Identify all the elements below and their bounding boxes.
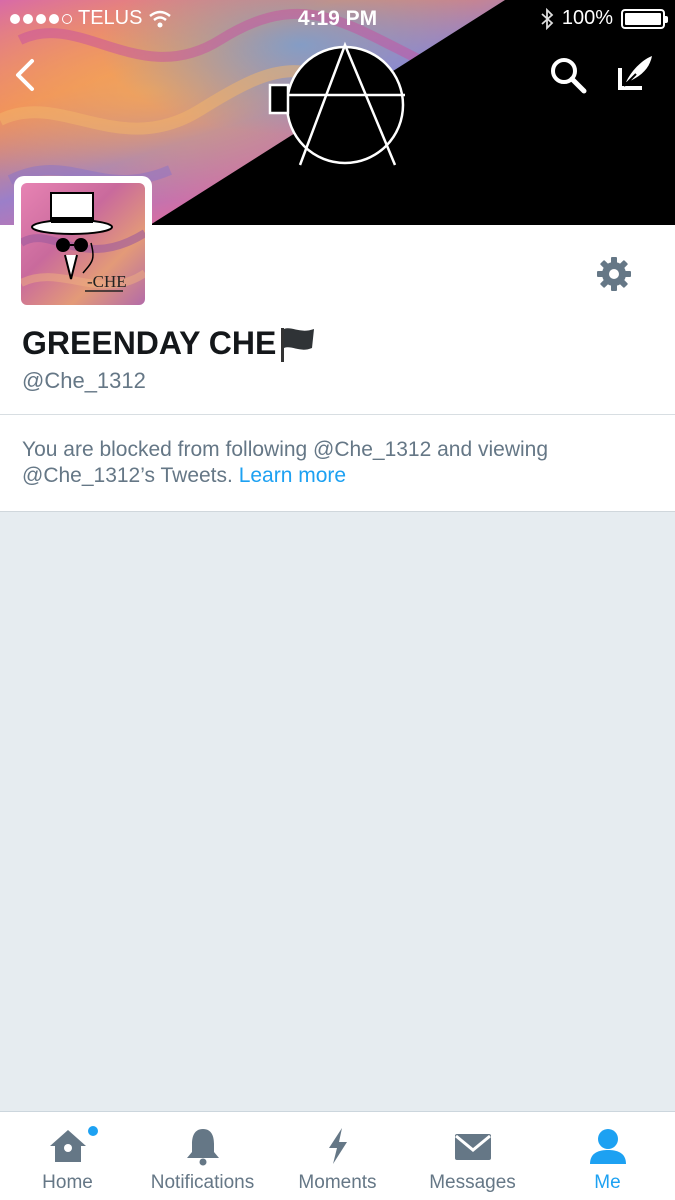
battery-icon xyxy=(621,8,668,29)
screen-name: @Che_1312 xyxy=(22,368,146,393)
notification-dot xyxy=(88,1126,98,1136)
person-icon xyxy=(589,1129,626,1164)
tab-label: Home xyxy=(42,1172,93,1193)
chevron-left-icon[interactable] xyxy=(10,55,40,95)
tab-label: Moments xyxy=(298,1172,377,1193)
lightning-icon xyxy=(328,1128,347,1164)
tab-moments[interactable]: Moments xyxy=(270,1112,405,1200)
compose-icon[interactable] xyxy=(614,52,656,94)
blocked-notice-text: You are blocked from following @Che_1312… xyxy=(22,437,642,489)
tab-bar: Home Notifications Moments Messages Me xyxy=(0,1111,675,1200)
tab-me[interactable]: Me xyxy=(540,1112,675,1200)
avatar-signature-text: -CHE xyxy=(87,272,127,291)
avatar-image: -CHE xyxy=(21,183,145,305)
search-icon[interactable] xyxy=(548,55,588,95)
battery-percent: 100% xyxy=(561,7,613,29)
avatar[interactable]: -CHE xyxy=(14,176,152,312)
gear-icon[interactable] xyxy=(595,255,633,293)
tab-notifications[interactable]: Notifications xyxy=(135,1112,270,1200)
bell-icon xyxy=(186,1129,219,1166)
tab-label: Messages xyxy=(429,1172,516,1193)
blocked-notice: You are blocked from following @Che_1312… xyxy=(0,415,675,512)
black-flag-icon xyxy=(281,327,315,362)
status-bar: TELUS 4:19 PM 100% xyxy=(0,0,675,38)
display-name-text: GREENDAY CHE xyxy=(22,325,277,361)
display-name: GREENDAY CHE xyxy=(22,325,318,362)
tab-label: Notifications xyxy=(150,1172,255,1193)
bluetooth-icon xyxy=(541,7,554,30)
envelope-icon xyxy=(454,1134,491,1160)
status-right: 100% xyxy=(540,7,668,30)
tab-label: Me xyxy=(594,1172,621,1193)
tab-home[interactable]: Home xyxy=(0,1112,135,1200)
tab-messages[interactable]: Messages xyxy=(405,1112,540,1200)
home-icon xyxy=(49,1130,86,1162)
learn-more-link[interactable]: Learn more xyxy=(239,464,346,487)
